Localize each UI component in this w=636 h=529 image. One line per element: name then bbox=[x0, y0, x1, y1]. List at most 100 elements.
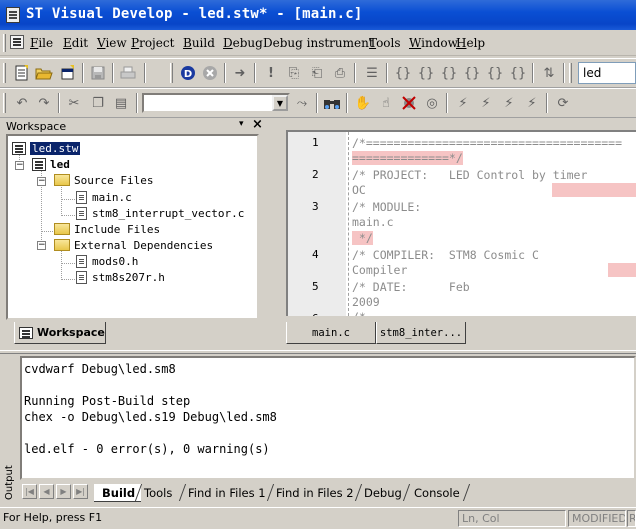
brace-cursor-icon[interactable]: {} bbox=[485, 63, 505, 83]
tab-stm8-interrupt[interactable]: stm8_inter... bbox=[376, 322, 466, 344]
tree-item-file[interactable]: mods0.h bbox=[76, 253, 138, 269]
document-menu-icon[interactable] bbox=[10, 35, 24, 49]
collapse-toggle-icon[interactable]: − bbox=[15, 161, 24, 170]
redo-icon[interactable]: ↷ bbox=[34, 93, 54, 113]
find-combo-input[interactable]: led bbox=[578, 62, 636, 84]
brace-run-icon[interactable]: {} bbox=[462, 63, 482, 83]
open-folder-icon[interactable] bbox=[34, 63, 54, 83]
toolbar-separator bbox=[144, 63, 146, 83]
toolbar-grip[interactable] bbox=[569, 63, 572, 83]
copy-icon[interactable]: ❐ bbox=[88, 93, 108, 113]
menu-view[interactable]: View bbox=[97, 36, 127, 50]
tab-find-in-files-2[interactable]: Find in Files 2 bbox=[268, 484, 360, 502]
svg-text:D: D bbox=[184, 69, 192, 80]
menu-help[interactable]: Help bbox=[456, 36, 485, 50]
menu-build[interactable]: Build bbox=[183, 36, 215, 50]
status-help-text: For Help, press F1 bbox=[3, 511, 103, 524]
collapse-toggle-icon[interactable]: − bbox=[37, 241, 46, 250]
tree-item-source-files[interactable]: Source Files bbox=[54, 172, 153, 188]
run-arrow-icon[interactable]: ➜ bbox=[230, 63, 250, 83]
refresh-icon[interactable]: ⟳ bbox=[553, 93, 573, 113]
menu-edit[interactable]: Edit bbox=[63, 36, 88, 50]
tree-item-project[interactable]: led bbox=[32, 156, 70, 172]
folder-icon bbox=[54, 239, 70, 251]
step-into-icon[interactable]: ⎘ bbox=[284, 63, 304, 83]
cut-icon[interactable]: ✂ bbox=[64, 93, 84, 113]
workspace-icon bbox=[19, 326, 33, 339]
toolbar-separator bbox=[254, 63, 256, 83]
brace-step-icon[interactable]: {} bbox=[393, 63, 413, 83]
toolbar-grip[interactable] bbox=[3, 63, 6, 83]
breakpoint-icon[interactable]: ! bbox=[261, 63, 281, 83]
undo-icon[interactable]: ↶ bbox=[12, 93, 32, 113]
clear-breakpoints-icon[interactable] bbox=[399, 93, 419, 113]
wand-clear-icon[interactable]: ⚡ bbox=[522, 93, 542, 113]
wand-icon[interactable]: ⚡ bbox=[453, 93, 473, 113]
output-console[interactable]: cvdwarf Debug\led.sm8 Running Post-Build… bbox=[20, 356, 636, 480]
step-out-icon[interactable]: ⎙ bbox=[330, 63, 350, 83]
menu-grip-handle[interactable] bbox=[3, 34, 6, 52]
tree-item-file[interactable]: stm8s207r.h bbox=[76, 269, 165, 285]
chevron-down-icon[interactable]: ▼ bbox=[272, 95, 288, 111]
step-over-icon[interactable]: ⎗ bbox=[307, 63, 327, 83]
menu-project[interactable]: Project bbox=[131, 36, 174, 50]
reset-icon[interactable]: ⇅ bbox=[539, 63, 559, 83]
menu-window[interactable]: Window bbox=[409, 36, 458, 50]
menu-edit-label: dit bbox=[71, 36, 89, 50]
tab-console[interactable]: Console bbox=[406, 484, 466, 502]
tree-item-include-files[interactable]: Include Files bbox=[54, 221, 160, 237]
line-highlight bbox=[552, 183, 636, 197]
menu-debug[interactable]: Debug bbox=[223, 36, 263, 50]
pin-icon[interactable]: ▾ bbox=[239, 119, 244, 129]
wand-next-icon[interactable]: ⚡ bbox=[476, 93, 496, 113]
tree-item-workspace[interactable]: led.stw bbox=[12, 140, 81, 156]
code-editor[interactable]: 1 2 3 4 5 6 /*==========================… bbox=[286, 130, 636, 316]
first-tab-icon[interactable]: |◀ bbox=[22, 484, 37, 499]
hand-icon[interactable]: ✋ bbox=[353, 93, 373, 113]
panel-splitter[interactable] bbox=[0, 350, 636, 354]
binoculars-icon[interactable] bbox=[322, 93, 342, 113]
tab-debug[interactable]: Debug bbox=[356, 484, 408, 502]
tab-find-in-files-1[interactable]: Find in Files 1 bbox=[180, 484, 272, 502]
prev-tab-icon[interactable]: ◀ bbox=[39, 484, 54, 499]
tree-item-label: led.stw bbox=[30, 141, 81, 155]
last-tab-icon[interactable]: ▶| bbox=[73, 484, 88, 499]
tree-item-file[interactable]: stm8_interrupt_vector.c bbox=[76, 205, 244, 221]
watch-icon[interactable]: ◎ bbox=[422, 93, 442, 113]
workspace-tree[interactable]: led.stw − led − Source Files main.c stm8… bbox=[6, 134, 259, 320]
print-icon[interactable] bbox=[118, 63, 138, 83]
new-window-icon[interactable] bbox=[58, 63, 78, 83]
new-file-icon[interactable] bbox=[12, 63, 32, 83]
tab-workspace[interactable]: Workspace bbox=[14, 322, 106, 344]
tab-tools[interactable]: Tools bbox=[136, 484, 178, 502]
debug-start-icon[interactable]: D bbox=[178, 63, 198, 83]
line-number: 5 bbox=[312, 280, 319, 293]
menu-debug-instrument[interactable]: Debug instrument bbox=[263, 36, 374, 50]
collapse-toggle-icon[interactable]: − bbox=[37, 177, 46, 186]
disassembly-icon[interactable]: ☰ bbox=[362, 63, 382, 83]
brace-over-icon[interactable]: {} bbox=[416, 63, 436, 83]
header-file-icon bbox=[76, 254, 87, 268]
brace-all-icon[interactable]: {} bbox=[508, 63, 528, 83]
code-line: /*===================================== bbox=[352, 136, 623, 150]
hand-point-icon[interactable]: ☝ bbox=[376, 93, 396, 113]
save-icon[interactable] bbox=[88, 63, 108, 83]
toolbar-separator bbox=[58, 93, 60, 113]
tab-main-c[interactable]: main.c bbox=[286, 322, 376, 344]
menu-build-mnemonic: B bbox=[183, 36, 192, 50]
wand-prev-icon[interactable]: ⚡ bbox=[499, 93, 519, 113]
stop-debug-icon[interactable] bbox=[200, 63, 220, 83]
menu-tools[interactable]: Tools bbox=[369, 36, 401, 50]
toolbar-grip[interactable] bbox=[3, 93, 6, 113]
configuration-select[interactable]: ▼ bbox=[142, 93, 290, 113]
menu-file[interactable]: File bbox=[30, 36, 53, 50]
close-icon[interactable]: × bbox=[252, 117, 263, 132]
next-tab-icon[interactable]: ▶ bbox=[56, 484, 71, 499]
tree-item-file[interactable]: main.c bbox=[76, 189, 132, 205]
tree-item-external-dependencies[interactable]: External Dependencies bbox=[54, 237, 213, 253]
menu-window-label: indow bbox=[421, 36, 458, 50]
find-in-files-icon[interactable]: ⤳ bbox=[292, 93, 312, 113]
paste-icon[interactable]: ▤ bbox=[111, 93, 131, 113]
brace-out-icon[interactable]: {} bbox=[439, 63, 459, 83]
toolbar-grip[interactable] bbox=[170, 63, 173, 83]
